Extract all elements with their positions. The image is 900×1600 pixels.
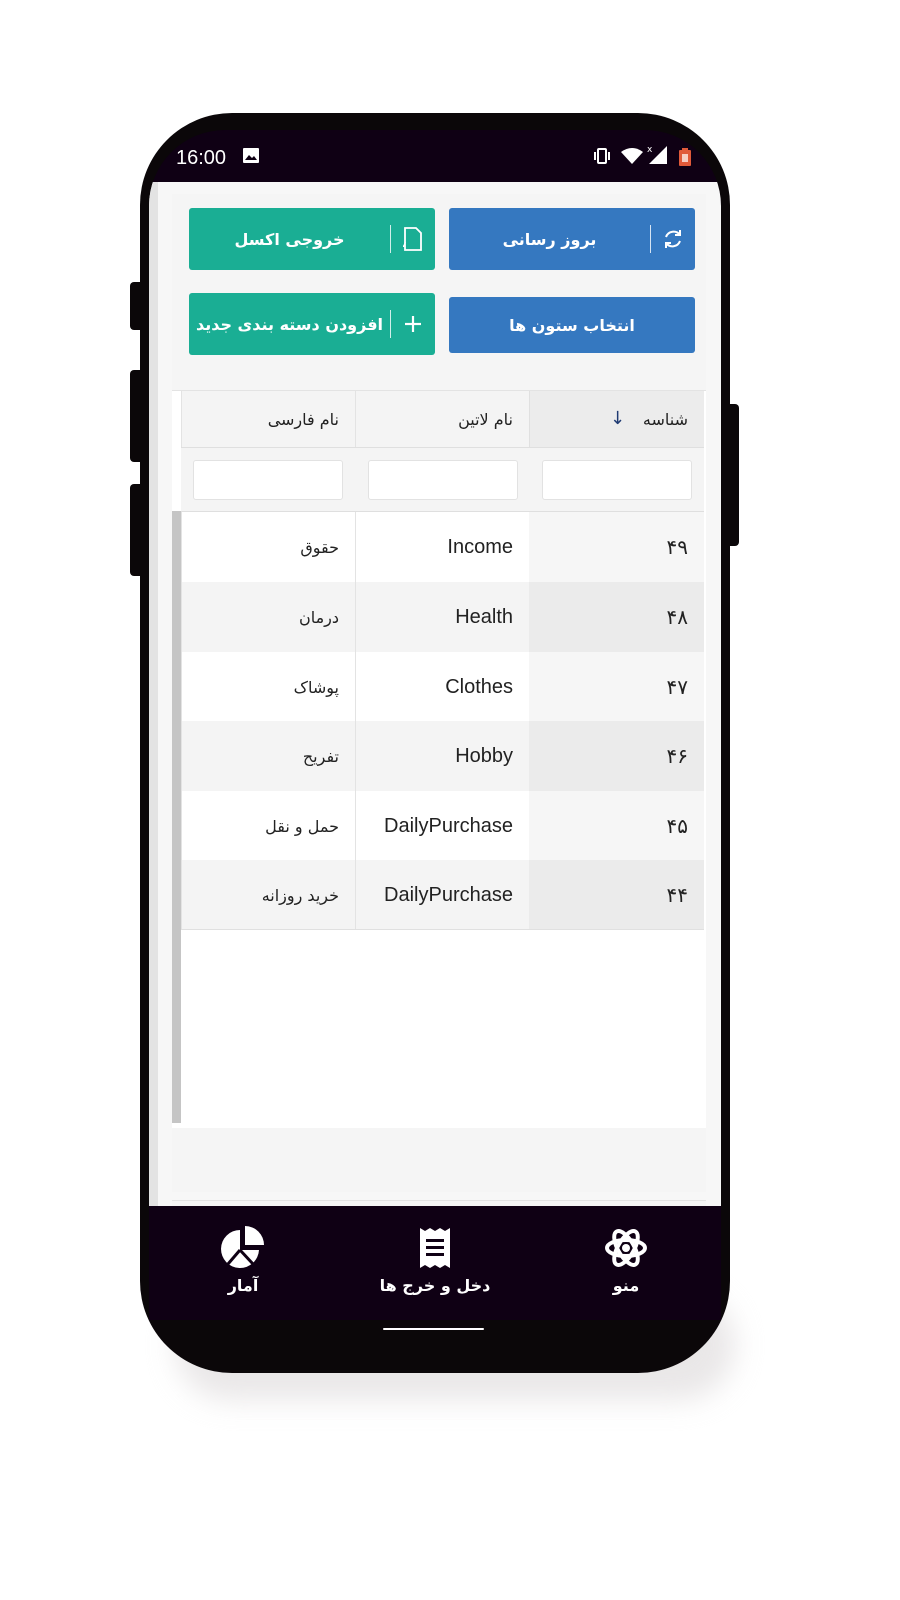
- latin-name-cell: Clothes: [355, 652, 529, 722]
- vibrate-icon: [593, 148, 611, 167]
- persian-name-cell: حمل و نقل: [181, 791, 355, 861]
- plus-icon: [391, 293, 435, 355]
- wifi-icon: [621, 148, 643, 167]
- nav-stats-label: آمار: [227, 1276, 259, 1295]
- column-header-label: شناسه: [642, 409, 688, 429]
- grid-scrollbar[interactable]: [172, 511, 181, 1123]
- select-columns-button[interactable]: انتخاب ستون ها: [449, 297, 695, 353]
- signal-icon: x: [647, 144, 669, 167]
- latin-name-cell: Income: [355, 512, 529, 582]
- svg-text:CSV: CSV: [403, 241, 407, 249]
- latin-name-filter-input[interactable]: [368, 460, 518, 500]
- persian-name-cell: حقوق: [181, 512, 355, 582]
- button-separator: [650, 225, 651, 253]
- latin-name-cell: Health: [355, 582, 529, 652]
- column-header-label: نام فارسی: [267, 409, 339, 429]
- refresh-icon: [651, 208, 695, 270]
- table-row[interactable]: ۴۷ Clothes پوشاک: [181, 652, 704, 722]
- nav-menu[interactable]: منو: [561, 1226, 691, 1295]
- latin-name-cell: Hobby: [355, 721, 529, 791]
- column-header-label: نام لاتین: [458, 409, 513, 429]
- id-cell: ۴۶: [529, 721, 704, 791]
- table-row[interactable]: ۴۶ Hobby تفریح: [181, 721, 704, 791]
- id-cell: ۴۵: [529, 791, 704, 861]
- pie-chart-icon: [220, 1226, 266, 1274]
- nav-stats[interactable]: آمار: [178, 1226, 308, 1295]
- id-cell: ۴۴: [529, 860, 704, 930]
- id-cell: ۴۸: [529, 582, 704, 652]
- latin-name-cell: DailyPurchase: [355, 860, 529, 930]
- battery-icon: [679, 148, 691, 169]
- svg-text:x: x: [647, 145, 653, 155]
- column-header-persian-name[interactable]: نام فارسی: [181, 391, 355, 447]
- export-excel-button[interactable]: CSV خروجی اکسل: [189, 208, 435, 270]
- button-separator: [390, 225, 391, 253]
- page-edge: [149, 182, 158, 1206]
- nav-menu-label: منو: [612, 1276, 640, 1295]
- status-bar: 16:00 x: [149, 130, 721, 182]
- grid-header-row: شناسه ↓ نام لاتین نام فارسی: [181, 391, 704, 448]
- atom-icon: [605, 1229, 647, 1274]
- button-separator: [390, 310, 391, 338]
- grid-filter-row: [181, 448, 704, 512]
- id-cell: ۴۷: [529, 652, 704, 722]
- persian-name-filter-input[interactable]: [193, 460, 343, 500]
- home-indicator[interactable]: [383, 1328, 484, 1330]
- refresh-button[interactable]: بروز رسانی: [449, 208, 695, 270]
- table-row[interactable]: ۴۵ DailyPurchase حمل و نقل: [181, 791, 704, 861]
- table-row[interactable]: ۴۹ Income حقوق: [181, 512, 704, 582]
- latin-name-cell: DailyPurchase: [355, 791, 529, 861]
- table-row[interactable]: ۴۴ DailyPurchase خرید روزانه: [181, 860, 704, 930]
- nav-transactions-label: دخل و خرج ها: [379, 1276, 491, 1295]
- image-icon: [243, 148, 259, 166]
- content-area: بروز رسانی CSV خروجی اکسل انتخاب ستون ها…: [149, 182, 721, 1288]
- column-header-latin-name[interactable]: نام لاتین: [355, 391, 529, 447]
- add-category-button[interactable]: افزودن دسته بندی جدید: [189, 293, 435, 355]
- persian-name-cell: پوشاک: [181, 652, 355, 722]
- categories-grid: شناسه ↓ نام لاتین نام فارسی ۴۹ Income حق…: [172, 390, 706, 1128]
- phone-screen: 16:00 x بروز رسانی CSV: [149, 130, 721, 1320]
- status-time: 16:00: [176, 147, 227, 169]
- refresh-label: بروز رسانی: [502, 229, 597, 249]
- receipt-icon: [418, 1228, 452, 1274]
- column-header-id[interactable]: شناسه ↓: [529, 391, 704, 447]
- csv-file-icon: CSV: [391, 208, 435, 270]
- sort-desc-icon[interactable]: ↓: [610, 408, 625, 429]
- export-excel-label: خروجی اکسل: [234, 229, 345, 249]
- persian-name-cell: خرید روزانه: [181, 860, 355, 930]
- persian-name-cell: درمان: [181, 582, 355, 652]
- table-row[interactable]: ۴۸ Health درمان: [181, 582, 704, 652]
- bottom-nav: آمار دخل و خرج ها منو: [149, 1206, 721, 1320]
- select-columns-label: انتخاب ستون ها: [509, 315, 635, 335]
- id-cell: ۴۹: [529, 512, 704, 582]
- nav-transactions[interactable]: دخل و خرج ها: [370, 1226, 500, 1295]
- persian-name-cell: تفریح: [181, 721, 355, 791]
- add-category-label: افزودن دسته بندی جدید: [195, 314, 384, 334]
- id-filter-input[interactable]: [542, 460, 692, 500]
- grid-rows-end: [181, 929, 704, 930]
